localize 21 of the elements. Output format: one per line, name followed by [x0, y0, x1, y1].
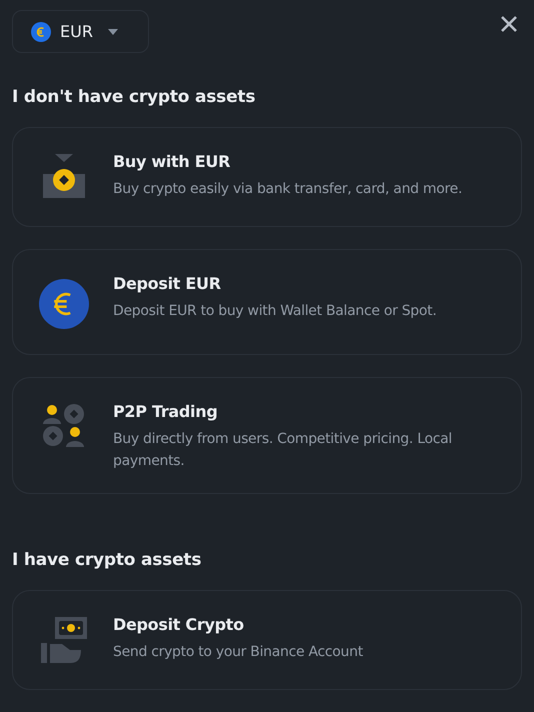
p2p-icon: [42, 404, 86, 448]
option-title: Deposit EUR: [113, 274, 222, 293]
option-title: P2P Trading: [113, 402, 218, 421]
option-description: Send crypto to your Binance Account: [113, 643, 363, 662]
option-card[interactable]: Deposit EUR Deposit EUR to buy with Wallet Balance or Spot.: [12, 249, 522, 355]
hand-cash-icon: [41, 617, 87, 663]
option-card[interactable]: Buy with EUR Buy crypto easily via bank transfer, card, and more.: [12, 127, 522, 227]
option-description: Deposit EUR to buy with Wallet Balance or Spot.: [113, 302, 436, 321]
coin-box-icon: [42, 154, 86, 200]
option-description: Buy crypto easily via bank transfer, card, and more.: [113, 180, 462, 199]
option-title: Buy with EUR: [113, 152, 232, 171]
euro-icon: [39, 276, 89, 332]
option-description: Buy directly from users. Competitive pricing. Local payments.: [113, 430, 453, 471]
option-card[interactable]: Deposit Crypto Send crypto to your Binance Account: [12, 590, 522, 690]
section-heading: I have crypto assets: [12, 550, 202, 570]
caret-icon: [108, 28, 118, 34]
option-title: Deposit Crypto: [113, 615, 245, 634]
currency-selector[interactable]: EUR: [12, 10, 149, 53]
section-heading: I don't have crypto assets: [12, 87, 256, 107]
option-card[interactable]: P2P Trading Buy directly from users. Competitive pricing. Local payments.: [12, 376, 522, 494]
euro-icon: [31, 22, 51, 42]
